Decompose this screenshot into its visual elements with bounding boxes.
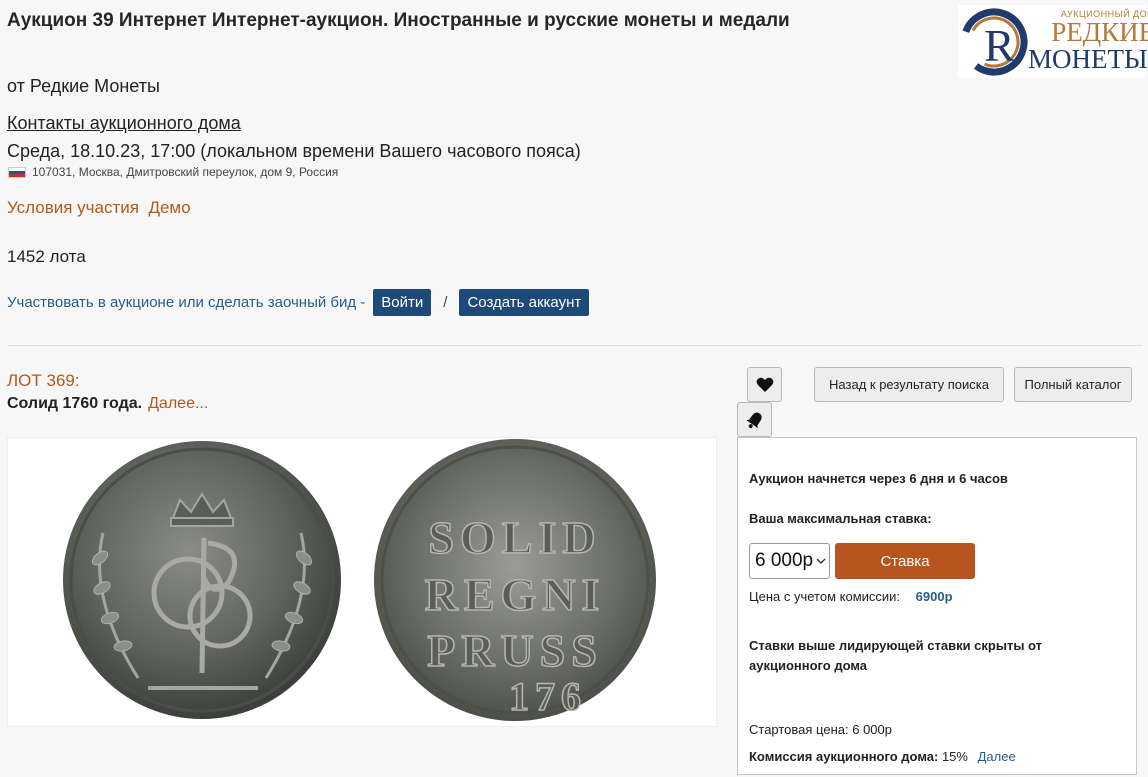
coin-reverse: SOLID REGNI PRUSS 176 — [374, 439, 656, 721]
russia-flag-icon — [8, 166, 26, 178]
lot-number: ЛОТ 369: — [7, 371, 80, 390]
coin-legend-line1: SOLID — [428, 512, 601, 563]
divider — [7, 345, 1142, 346]
coin-images: SOLID REGNI PRUSS 176 — [63, 439, 656, 721]
hidden-bids-note: Ставки выше лидирующей ставки скрыты от … — [749, 638, 1043, 673]
start-price-label: Стартовая цена: — [749, 722, 849, 737]
lot-image-panel[interactable]: SOLID REGNI PRUSS 176 — [7, 437, 717, 727]
auction-house-logo[interactable]: R АУКЦИОННЫЙ ДОМ РЕДКИЕ МОНЕТЫ® — [958, 5, 1148, 78]
terms-row: Условия участия Демо — [7, 198, 191, 218]
coin-obverse — [63, 441, 341, 719]
coin-legend-line3: PRUSS — [427, 625, 603, 676]
address-text: 107031, Москва, Дмитровский переулок, до… — [32, 165, 339, 179]
start-price-value: 6 000р — [852, 722, 892, 737]
bell-icon — [745, 412, 762, 428]
back-to-search-button[interactable]: Назад к результату поиска — [814, 367, 1004, 402]
auction-address: 107031, Москва, Дмитровский переулок, до… — [8, 165, 338, 179]
price-with-commission-value: 6900р — [915, 589, 953, 604]
favorite-button[interactable] — [747, 367, 782, 402]
auction-starts-in: Аукцион начнется через 6 дня и 6 часов — [749, 471, 1008, 486]
auction-title: Аукцион 39 Интернет Интернет-аукцион. Ин… — [7, 10, 790, 31]
coin-legend-line2: REGNI — [425, 569, 606, 620]
bid-amount-select[interactable]: 6 000р — [749, 543, 830, 579]
commission-label: Комиссия аукционного дома: — [749, 749, 939, 764]
lots-count: 1452 лота — [7, 247, 86, 266]
commission-row: Комиссия аукционного дома: 15% Далее — [749, 749, 1016, 764]
commission-value: 15% — [941, 749, 968, 764]
terms-link[interactable]: Условия участия — [7, 198, 139, 217]
logo-line1: РЕДКИЕ — [1051, 17, 1148, 47]
max-bid-label: Ваша максимальная ставка: — [749, 511, 932, 526]
lot-more-link[interactable]: Далее... — [148, 395, 208, 413]
auction-house-name: от Редкие Монеты — [7, 76, 160, 96]
create-account-button[interactable]: Создать аккаунт — [459, 289, 590, 316]
price-with-commission-label: Цена с учетом комиссии: — [749, 589, 901, 604]
demo-link[interactable]: Демо — [148, 198, 190, 217]
commission-more-link[interactable]: Далее — [978, 749, 1016, 764]
auction-date: Среда, 18.10.23, 17:00 (локальном времен… — [7, 141, 581, 161]
coin-legend-year: 176 — [509, 674, 587, 719]
heart-icon — [756, 377, 773, 392]
slash-separator: / — [443, 294, 448, 311]
participate-text: Участвовать в аукционе или сделать заочн… — [7, 294, 366, 311]
notify-button[interactable] — [737, 402, 772, 437]
lot-title-row: Солид 1760 года. Далее... — [7, 395, 208, 413]
contacts-link[interactable]: Контакты аукционного дома — [7, 113, 241, 134]
participate-row: Участвовать в аукционе или сделать заочн… — [7, 289, 590, 316]
bid-amount-value: 6 000р — [755, 550, 814, 571]
logo-emblem: R — [958, 5, 1028, 78]
logo-text: АУКЦИОННЫЙ ДОМ РЕДКИЕ МОНЕТЫ® — [1028, 10, 1148, 73]
start-price-row: Стартовая цена: 6 000р — [749, 722, 892, 737]
logo-line2: МОНЕТЫ® — [1028, 44, 1148, 74]
full-catalog-button[interactable]: Полный каталог — [1014, 367, 1132, 402]
logo-letter: R — [984, 20, 1015, 71]
login-button[interactable]: Войти — [373, 289, 432, 316]
bid-panel: Аукцион начнется через 6 дня и 6 часов В… — [737, 437, 1137, 775]
price-with-commission-row: Цена с учетом комиссии: 6900р — [749, 589, 953, 604]
lot-title: Солид 1760 года. — [7, 395, 143, 412]
place-bid-button[interactable]: Ставка — [835, 543, 975, 579]
chevron-down-icon — [816, 558, 826, 564]
